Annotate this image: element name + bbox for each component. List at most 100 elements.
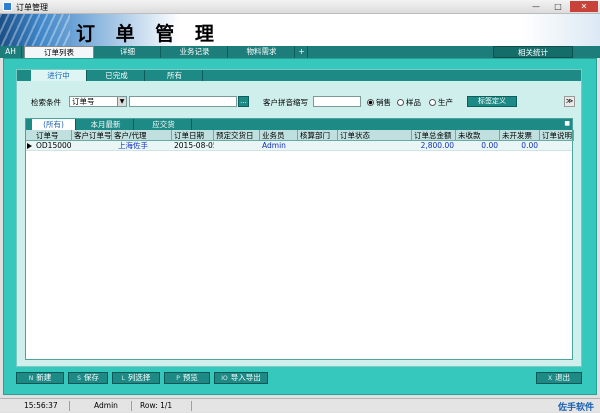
- tab-business-records[interactable]: 业务记录: [162, 46, 228, 58]
- main-tabbar: AH 订单列表 详细 业务记录 物料需求 + 相关统计: [0, 46, 600, 58]
- tab-add[interactable]: +: [296, 46, 308, 58]
- page-title: 订 单 管 理: [76, 23, 221, 45]
- button-label: 导入导出: [230, 373, 261, 382]
- maximize-button[interactable]: □: [548, 1, 568, 12]
- column-select-button[interactable]: L 列选择: [112, 372, 160, 384]
- button-label: 列选择: [127, 373, 151, 382]
- col-dept[interactable]: 核算部门: [298, 130, 338, 141]
- button-label: 保存: [83, 373, 99, 382]
- close-button[interactable]: ✕: [570, 1, 598, 12]
- col-uninvoiced[interactable]: 未开发票: [500, 130, 540, 141]
- radio-label: 销售: [376, 98, 391, 107]
- status-row: Row: 1/1: [136, 401, 192, 411]
- col-customer[interactable]: 客户/代理: [112, 130, 172, 141]
- button-label: 预览: [182, 373, 198, 382]
- cell-order-no: OD150001: [36, 141, 72, 150]
- cell-status: [338, 141, 412, 151]
- app-icon: [3, 2, 12, 11]
- cell-notes: [540, 141, 574, 151]
- col-order-no[interactable]: 订单号: [34, 130, 72, 141]
- radio-dot: [397, 99, 404, 106]
- cell-customer-order-no: [72, 141, 112, 151]
- col-customer-order-no[interactable]: 客户订单号: [72, 130, 112, 141]
- customer-label: 客户拼音缩写: [263, 98, 308, 107]
- tab-completed[interactable]: 已完成: [89, 70, 145, 81]
- grid-corner-icon: ■: [564, 120, 570, 127]
- row-pointer-icon: [27, 143, 32, 149]
- orders-container: 进行中 已完成 所有 检索条件 订单号 ▼ ... 客户拼音缩写 销售 样品 生…: [16, 69, 582, 367]
- col-notes[interactable]: 订单说明: [540, 130, 574, 141]
- tab-material-needs[interactable]: 物料需求: [229, 46, 295, 58]
- tab-grid-all[interactable]: (所有): [32, 119, 76, 130]
- search-input[interactable]: [129, 96, 237, 107]
- tag-define-button[interactable]: 标签定义: [467, 96, 517, 107]
- tab-order-list[interactable]: 订单列表: [24, 46, 94, 58]
- minimize-button[interactable]: —: [526, 1, 546, 12]
- radio-sales[interactable]: 销售: [367, 97, 391, 108]
- table-header: 订单号 客户订单号 客户/代理 订单日期 预定交货日 业务员 核算部门 订单状态…: [26, 130, 574, 141]
- new-button[interactable]: N 新建: [16, 372, 64, 384]
- shortcut-key: P: [176, 375, 180, 382]
- col-unpaid[interactable]: 未收款: [456, 130, 500, 141]
- brand-label: 佐手软件: [557, 403, 594, 413]
- cell-dept: [298, 141, 338, 151]
- bottom-toolbar: N 新建 S 保存 L 列选择 P 预览 IO 导入导出 X 退出: [0, 372, 600, 384]
- radio-label: 样品: [406, 98, 421, 107]
- button-label: 退出: [555, 373, 571, 382]
- shortcut-key: IO: [221, 375, 228, 382]
- tab-detail[interactable]: 详细: [95, 46, 161, 58]
- tab-all[interactable]: 所有: [147, 70, 203, 81]
- save-button[interactable]: S 保存: [68, 372, 108, 384]
- table-row[interactable]: OD150001 上海佐手 2015-08-05 Admin 2,800.00 …: [26, 141, 572, 151]
- preview-button[interactable]: P 预览: [164, 372, 210, 384]
- import-export-button[interactable]: IO 导入导出: [214, 372, 268, 384]
- tab-due-delivery[interactable]: 应交货: [136, 119, 192, 130]
- cell-salesperson: Admin: [262, 141, 286, 150]
- condition-value: 订单号: [72, 97, 95, 106]
- grid-tabbar: (所有) 本月最新 应交货 ■: [26, 119, 572, 130]
- stats-button[interactable]: 相关统计: [493, 46, 573, 58]
- cell-total: 2,800.00: [420, 141, 454, 150]
- shortcut-key: X: [547, 375, 553, 382]
- exit-button[interactable]: X 退出: [536, 372, 582, 384]
- banner-graphic: [0, 14, 70, 46]
- status-time: 15:56:37: [20, 401, 70, 411]
- col-status[interactable]: 订单状态: [338, 130, 412, 141]
- shortcut-key: N: [28, 375, 34, 382]
- window-title: 订单管理: [16, 3, 48, 12]
- chevron-down-icon[interactable]: ▼: [117, 97, 126, 106]
- col-delivery-date[interactable]: 预定交货日: [214, 130, 260, 141]
- window-titlebar: 订单管理 — □ ✕: [0, 0, 600, 14]
- cell-uninvoiced: 0.00: [521, 141, 538, 150]
- radio-label: 生产: [438, 98, 453, 107]
- cell-customer: 上海佐手: [118, 141, 148, 150]
- shortcut-key: S: [77, 375, 81, 382]
- search-bar: 检索条件 订单号 ▼ ... 客户拼音缩写 销售 样品 生产 标签定义 ≫: [27, 96, 577, 108]
- cell-delivery-date: [214, 141, 260, 151]
- search-button[interactable]: ...: [238, 96, 249, 107]
- tab-ah[interactable]: AH: [0, 46, 22, 58]
- col-total[interactable]: 订单总金额: [412, 130, 456, 141]
- cell-unpaid: 0.00: [481, 141, 498, 150]
- header-banner: 订 单 管 理: [0, 14, 600, 46]
- condition-select[interactable]: 订单号 ▼: [69, 96, 127, 107]
- shortcut-key: L: [121, 375, 125, 382]
- status-tabbar: 进行中 已完成 所有: [17, 70, 581, 81]
- customer-input[interactable]: [313, 96, 361, 107]
- radio-dot: [429, 99, 436, 106]
- main-panel: 进行中 已完成 所有 检索条件 订单号 ▼ ... 客户拼音缩写 销售 样品 生…: [3, 58, 597, 395]
- radio-production[interactable]: 生产: [429, 97, 453, 108]
- cell-order-date: 2015-08-05: [174, 141, 214, 150]
- status-user: Admin: [90, 401, 132, 411]
- condition-label: 检索条件: [31, 98, 61, 107]
- col-order-date[interactable]: 订单日期: [172, 130, 214, 141]
- orders-grid: (所有) 本月最新 应交货 ■ 订单号 客户订单号 客户/代理 订单日期 预定交…: [25, 118, 574, 360]
- collapse-icon[interactable]: ≫: [564, 96, 575, 107]
- tab-in-progress[interactable]: 进行中: [31, 70, 87, 81]
- button-label: 新建: [36, 373, 52, 382]
- tab-month-latest[interactable]: 本月最新: [78, 119, 134, 130]
- col-salesperson[interactable]: 业务员: [260, 130, 298, 141]
- radio-dot: [367, 99, 374, 106]
- radio-sample[interactable]: 样品: [397, 97, 421, 108]
- status-bar: 15:56:37 Admin Row: 1/1 佐手软件: [0, 398, 600, 413]
